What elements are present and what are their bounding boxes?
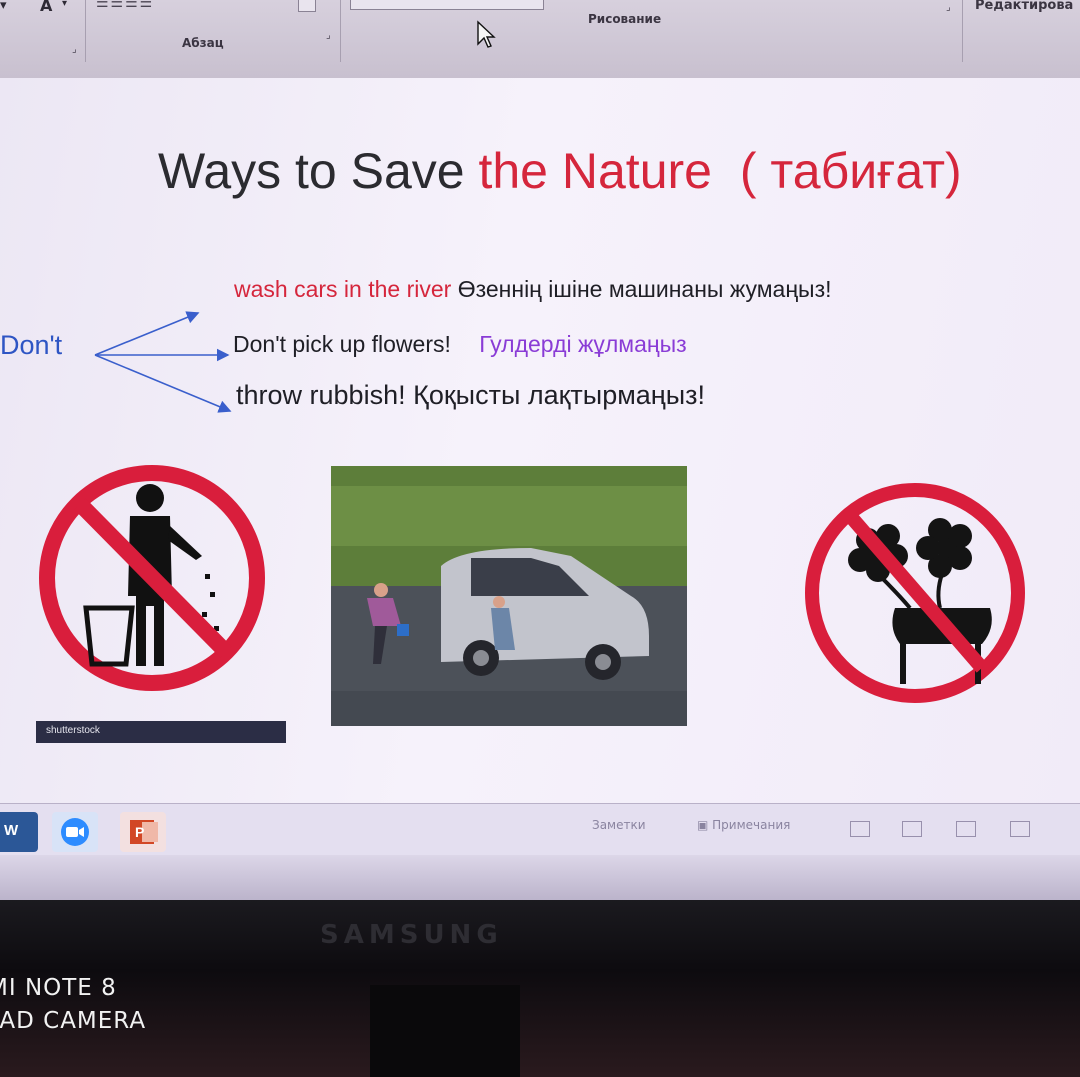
paragraph-dialog-launcher-icon[interactable]: ⌟: [326, 30, 331, 41]
title-part-ways: Ways to Save: [158, 143, 479, 199]
rule-1-kazakh: Өзеннің ішіне машинаны жумаңыз!: [457, 276, 832, 302]
monitor-stand: [370, 985, 520, 1077]
group-paragraph-label: Абзац: [182, 36, 224, 50]
rule-line-1: wash cars in the river Өзеннің ішіне маш…: [234, 276, 832, 303]
line-spacing-button[interactable]: [298, 0, 316, 12]
ribbon: ▾ A ▾ ☰☰☰☰ ⌟ Абзац ⌟ Рисование ⌟ Редакти…: [0, 0, 1080, 80]
rule-line-2: Don't pick up flowers! Гулдерді жұлмаңыз: [233, 331, 687, 358]
car-washing-photo[interactable]: [331, 466, 687, 726]
group-editing-label: Редактирова: [975, 0, 1074, 13]
shapes-gallery[interactable]: [350, 0, 544, 10]
drawing-dialog-launcher-icon[interactable]: ⌟: [946, 2, 951, 13]
group-drawing-label: Рисование: [588, 12, 662, 26]
slide-title: Ways to Save the Nature ( табиғат): [158, 142, 962, 200]
notes-button[interactable]: Заметки: [592, 818, 646, 832]
arrow-to-line1: [94, 311, 200, 356]
slideshow-view-icon[interactable]: [1010, 821, 1030, 837]
ribbon-separator: [85, 0, 86, 62]
shutterstock-watermark: shutterstock: [46, 725, 100, 736]
word-letter: W: [4, 822, 19, 839]
slide-canvas[interactable]: Ways to Save the Nature ( табиғат) Don't…: [0, 78, 1080, 803]
zoom-camera-icon: [61, 818, 89, 846]
powerpoint-icon[interactable]: P: [120, 812, 166, 852]
camera-watermark-line1: MI NOTE 8: [0, 975, 117, 1001]
title-part-nature: the Nature: [478, 143, 712, 199]
rule-3-kazakh: Қоқысты лақтырмаңыз!: [413, 380, 705, 410]
rule-2-english: Don't pick up flowers!: [233, 331, 451, 357]
ribbon-separator: [340, 0, 341, 62]
zoom-icon[interactable]: [52, 812, 98, 852]
camera-watermark-line2: JAD CAMERA: [0, 1008, 147, 1034]
shutterstock-bar: shutterstock: [36, 721, 286, 743]
font-color-chevron-icon[interactable]: ▾: [62, 0, 67, 9]
windows-taskbar: [0, 855, 1080, 905]
font-dialog-launcher-icon[interactable]: ⌟: [72, 44, 77, 55]
rule-2-kazakh: Гулдерді жұлмаңыз: [479, 331, 687, 357]
font-color-button[interactable]: A: [40, 0, 52, 15]
title-kazakh-text: ( табиғат): [739, 143, 962, 199]
reading-view-icon[interactable]: [956, 821, 976, 837]
rule-1-english: wash cars in the river: [234, 276, 452, 302]
slide-sorter-view-icon[interactable]: [902, 821, 922, 837]
word-icon[interactable]: W: [0, 812, 38, 852]
rule-3-english: throw rubbish!: [236, 380, 406, 410]
comments-button[interactable]: ▣ Примечания: [697, 818, 790, 832]
title-part-kazakh: ( табиғат): [740, 143, 962, 199]
arrow-to-line3: [94, 354, 232, 413]
comments-label: Примечания: [712, 818, 791, 832]
normal-view-icon[interactable]: [850, 821, 870, 837]
status-bar: W P Заметки ▣ Примечания: [0, 803, 1080, 856]
rule-line-3: throw rubbish! Қоқысты лақтырмаңыз!: [236, 380, 705, 411]
no-picking-flowers-sign-image[interactable]: [800, 478, 1030, 708]
arrows-diagram: [94, 311, 232, 413]
font-size-dropdown[interactable]: ▾: [0, 0, 7, 13]
ppt-letter: P: [135, 824, 145, 840]
ribbon-separator: [962, 0, 963, 62]
comments-icon: ▣: [697, 818, 713, 832]
no-littering-sign-image[interactable]: [30, 446, 270, 708]
dont-label: Don't: [0, 330, 63, 360]
align-buttons[interactable]: ☰☰☰☰: [96, 0, 154, 11]
mouse-cursor-icon: [477, 20, 496, 48]
monitor-bezel: [0, 900, 1080, 1077]
monitor-brand-logo: SAMSUNG: [320, 920, 503, 950]
